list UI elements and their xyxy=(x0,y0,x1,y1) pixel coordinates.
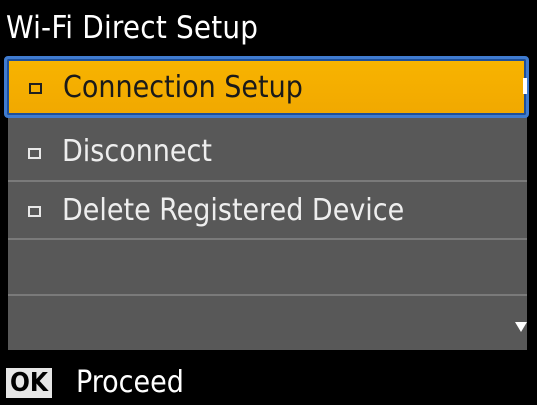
menu-item-empty xyxy=(8,296,527,350)
menu-item-delete-registered-device[interactable]: Delete Registered Device xyxy=(8,182,527,240)
square-bullet-icon xyxy=(28,206,41,217)
menu-list: Connection Setup Disconnect Delete Regis… xyxy=(4,56,529,350)
square-bullet-icon xyxy=(29,83,42,94)
menu-item-connection-setup[interactable]: Connection Setup xyxy=(4,56,529,118)
menu-item-label: Connection Setup xyxy=(63,69,303,105)
menu-item-disconnect[interactable]: Disconnect xyxy=(8,123,527,182)
square-bullet-icon xyxy=(28,147,41,159)
menu-item-empty xyxy=(8,240,527,296)
menu-item-label: Disconnect xyxy=(62,134,212,169)
scroll-up-indicator-icon xyxy=(523,78,527,94)
menu-item-label: Delete Registered Device xyxy=(62,192,405,228)
scroll-down-arrow-icon xyxy=(515,322,527,332)
footer-bar: OK Proceed xyxy=(0,358,537,405)
screen-title: Wi-Fi Direct Setup xyxy=(6,10,259,46)
ok-key-icon: OK xyxy=(6,368,53,398)
proceed-label: Proceed xyxy=(76,365,184,400)
lcd-screen: Wi-Fi Direct Setup Connection Setup Disc… xyxy=(0,0,537,405)
